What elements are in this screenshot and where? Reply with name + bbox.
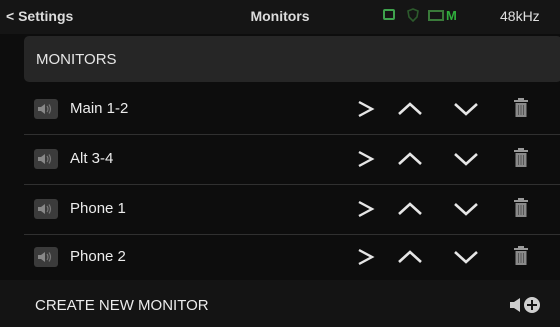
monitor-name: Main 1-2 [70, 100, 129, 117]
section-header: MONITORS [24, 36, 560, 82]
speaker-icon[interactable] [34, 149, 58, 169]
create-monitor-row[interactable]: CREATE NEW MONITOR [0, 280, 560, 327]
open-icon[interactable] [354, 245, 382, 269]
trash-icon[interactable] [513, 245, 541, 269]
trash-icon[interactable] [513, 97, 541, 121]
monitor-name: Phone 1 [70, 200, 126, 217]
move-down-icon[interactable] [452, 245, 480, 269]
monitor-row[interactable]: Phone 1 [24, 184, 560, 235]
mode-indicator: M [446, 8, 457, 23]
open-icon[interactable] [354, 197, 382, 221]
create-monitor-label: CREATE NEW MONITOR [35, 297, 209, 314]
move-up-icon[interactable] [396, 97, 424, 121]
section-header-label: MONITORS [36, 51, 117, 68]
move-up-icon[interactable] [396, 197, 424, 221]
move-down-icon[interactable] [452, 197, 480, 221]
sample-rate: 48kHz [500, 8, 540, 24]
speaker-icon[interactable] [34, 247, 58, 267]
monitor-row[interactable]: Phone 2 [24, 232, 560, 282]
monitor-name: Alt 3-4 [70, 150, 114, 167]
monitor-row[interactable]: Alt 3-4 [24, 134, 560, 185]
open-icon[interactable] [354, 147, 382, 171]
move-down-icon[interactable] [452, 97, 480, 121]
link-status-icon [428, 10, 444, 21]
speaker-icon[interactable] [34, 99, 58, 119]
speaker-icon[interactable] [34, 199, 58, 219]
monitor-name: Phone 2 [70, 248, 126, 265]
display-status-icon [383, 9, 395, 20]
page-title: Monitors [250, 8, 310, 24]
monitor-row[interactable]: Main 1-2 [24, 84, 560, 135]
trash-icon[interactable] [513, 147, 541, 171]
power-status-icon [407, 8, 419, 22]
move-up-icon[interactable] [396, 245, 424, 269]
add-speaker-icon[interactable] [508, 294, 542, 316]
open-icon[interactable] [354, 97, 382, 121]
trash-icon[interactable] [513, 197, 541, 221]
move-down-icon[interactable] [452, 147, 480, 171]
top-bar: < Settings Monitors M 48kHz [0, 0, 560, 34]
move-up-icon[interactable] [396, 147, 424, 171]
